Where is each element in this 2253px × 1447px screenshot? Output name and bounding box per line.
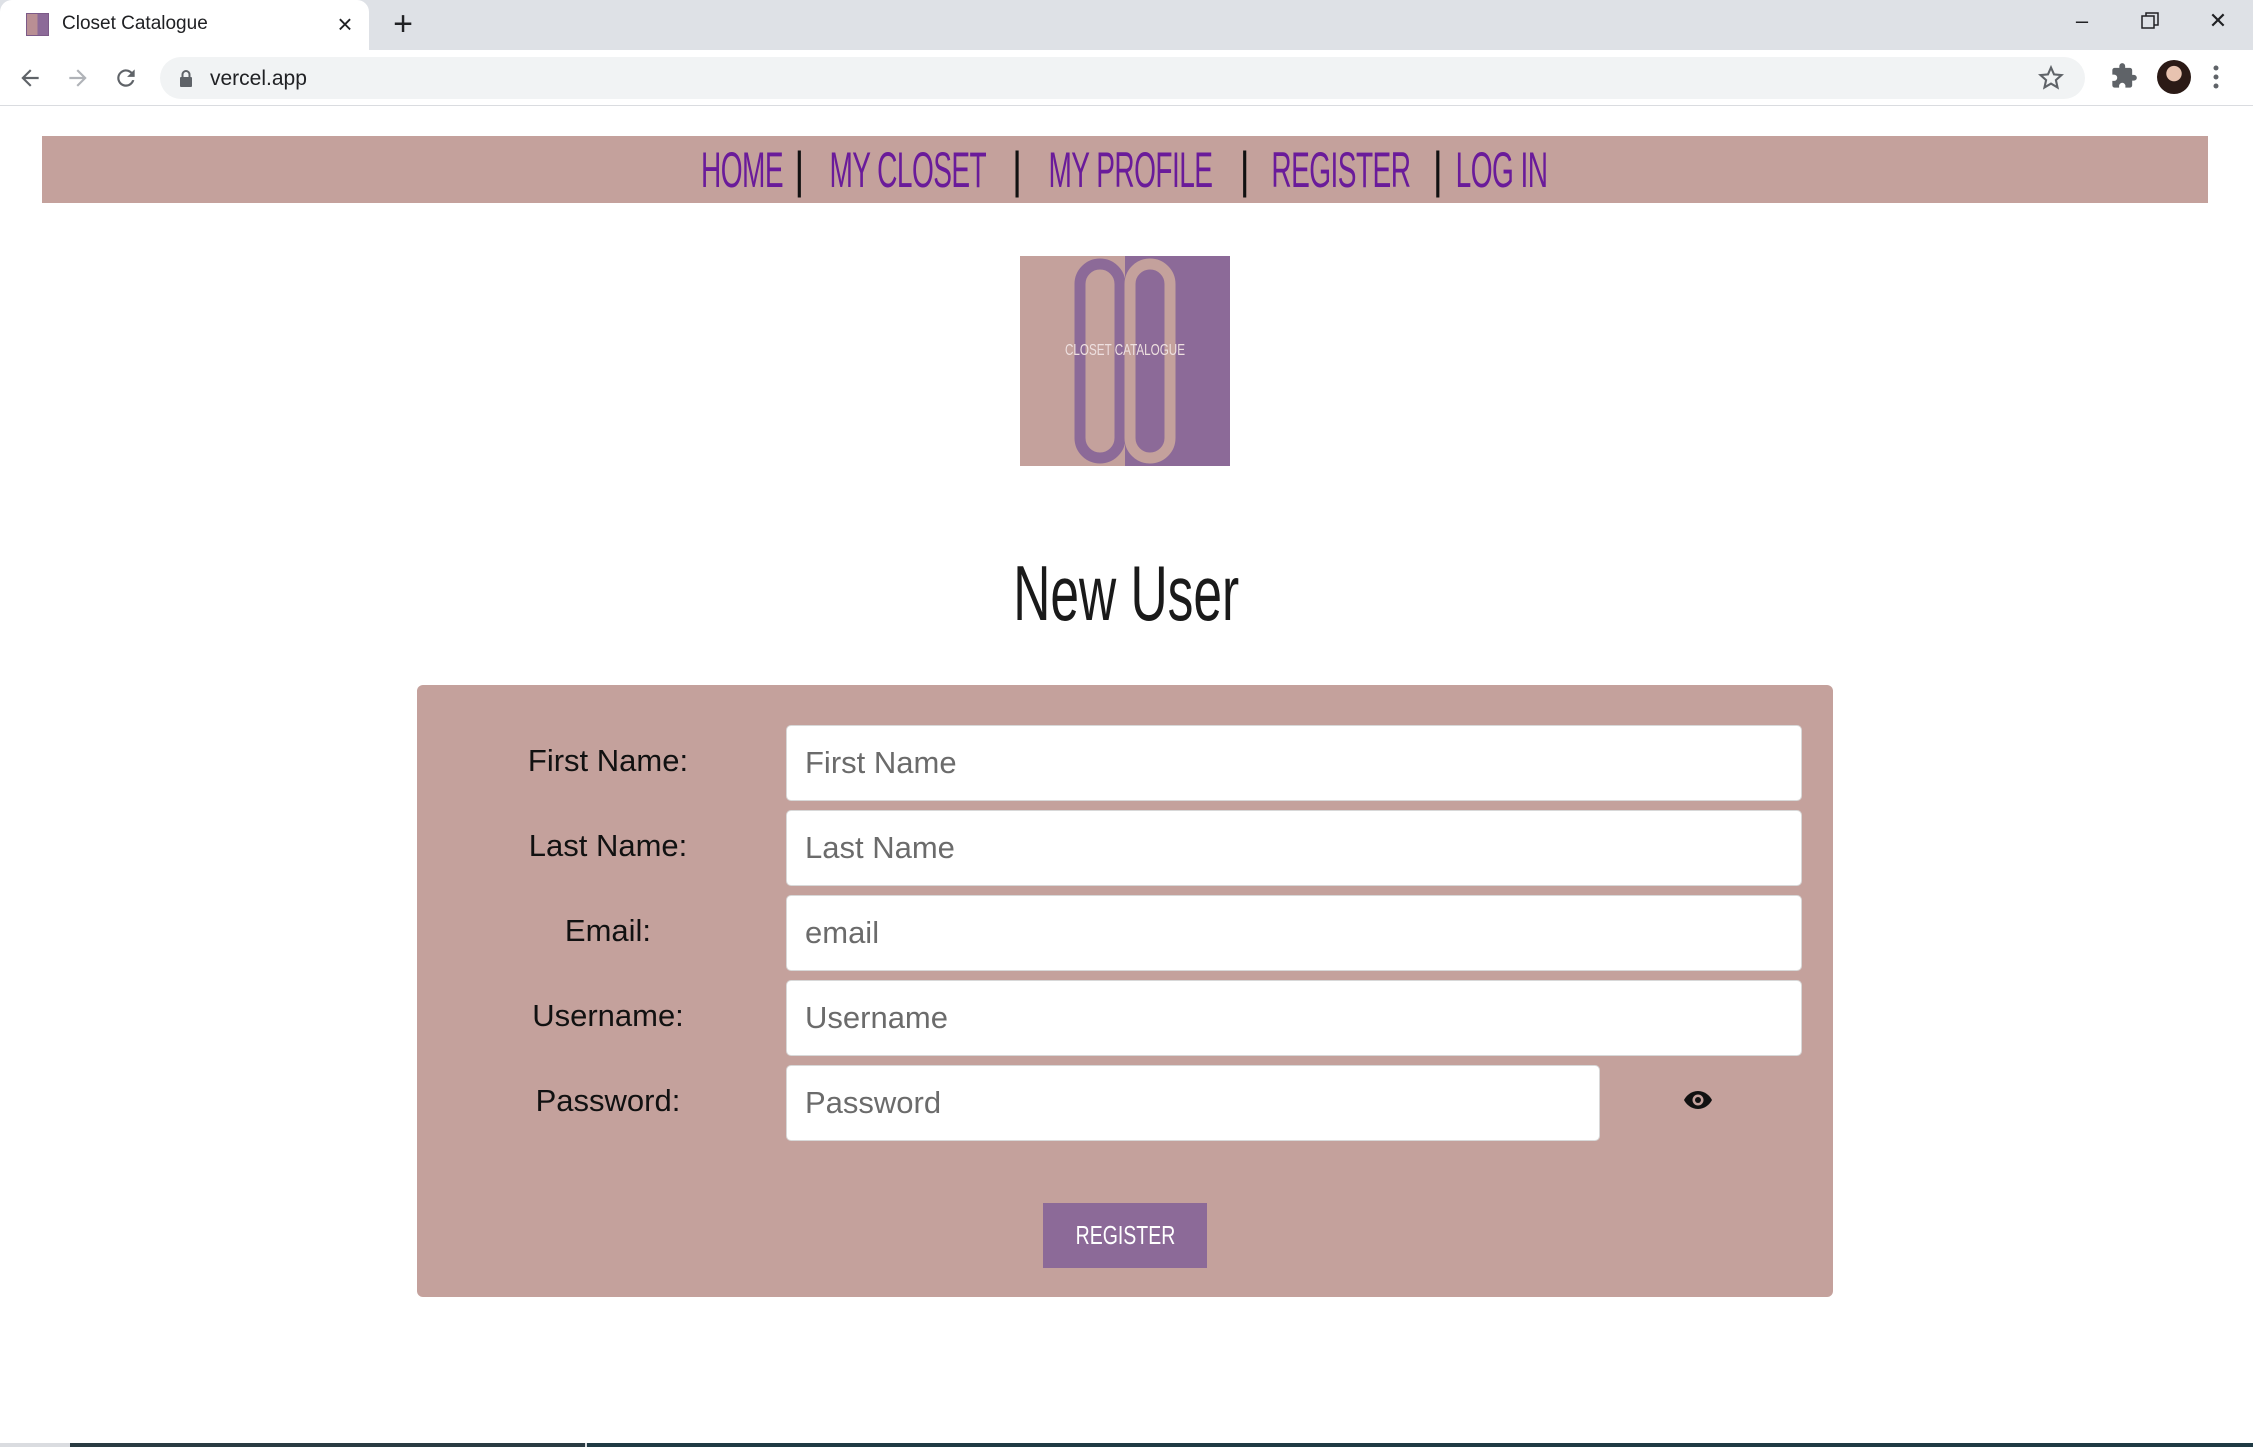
- nav-separator: |: [794, 141, 804, 198]
- last-name-input[interactable]: [786, 810, 1802, 886]
- password-input[interactable]: [786, 1065, 1600, 1141]
- logo-text: CLOSET CATALOGUE: [1065, 342, 1185, 359]
- nav-separator: |: [1011, 141, 1022, 198]
- first-name-label: First Name:: [527, 743, 689, 778]
- nav-links: HOME | MY CLOSET | MY PROFILE | REGISTER…: [685, 141, 1565, 199]
- bookmark-star-icon[interactable]: [2037, 64, 2065, 92]
- page-title: New User: [0, 548, 2253, 639]
- forward-icon[interactable]: [60, 60, 96, 96]
- nav-my-profile[interactable]: MY PROFILE: [1048, 141, 1213, 199]
- new-tab-icon[interactable]: +: [387, 7, 419, 41]
- nav-separator: |: [1239, 141, 1250, 198]
- last-name-label: Last Name:: [528, 828, 688, 863]
- browser-tab-bar: Closet Catalogue × + – ✕: [0, 0, 2253, 50]
- close-window-icon[interactable]: ✕: [2198, 6, 2238, 36]
- reload-icon[interactable]: [108, 60, 144, 96]
- nav-separator: |: [1432, 141, 1443, 198]
- site-navbar: HOME | MY CLOSET | MY PROFILE | REGISTER…: [42, 136, 2208, 203]
- page-title-text: New User: [1013, 549, 1240, 637]
- url-text: vercel.app: [210, 67, 307, 90]
- minimize-icon[interactable]: –: [2062, 6, 2102, 36]
- register-button-label: REGISTER: [1075, 1220, 1175, 1250]
- nav-my-closet[interactable]: MY CLOSET: [829, 141, 986, 199]
- username-label: Username:: [532, 998, 684, 1033]
- nav-log-in[interactable]: LOG IN: [1455, 141, 1547, 199]
- browser-tab[interactable]: Closet Catalogue ×: [0, 0, 369, 50]
- password-label: Password:: [535, 1083, 681, 1118]
- extensions-icon[interactable]: [2110, 62, 2138, 90]
- email-input[interactable]: [786, 895, 1802, 971]
- registration-form: First Name: Last Name: Email: Username: …: [417, 685, 1833, 1297]
- first-name-input[interactable]: [786, 725, 1802, 801]
- register-button[interactable]: REGISTER: [1043, 1203, 1207, 1268]
- eye-icon[interactable]: [1683, 1089, 1713, 1111]
- browser-toolbar: vercel.app: [0, 50, 2253, 106]
- nav-register[interactable]: REGISTER: [1271, 141, 1411, 199]
- username-input[interactable]: [786, 980, 1802, 1056]
- restore-icon[interactable]: [2130, 6, 2170, 36]
- nav-home[interactable]: HOME: [701, 141, 784, 199]
- profile-avatar[interactable]: [2157, 60, 2191, 94]
- tab-title: Closet Catalogue: [62, 13, 208, 34]
- back-icon[interactable]: [12, 60, 48, 96]
- lock-icon: [180, 70, 192, 87]
- close-tab-icon[interactable]: ×: [332, 11, 358, 37]
- taskbar-edge: [0, 1443, 2253, 1447]
- email-label: Email:: [564, 913, 652, 948]
- address-bar[interactable]: vercel.app: [160, 57, 2085, 99]
- browser-menu-icon[interactable]: [2210, 62, 2222, 92]
- favicon-icon: [26, 13, 49, 36]
- closet-catalogue-logo: CLOSET CATALOGUE: [1020, 256, 1230, 466]
